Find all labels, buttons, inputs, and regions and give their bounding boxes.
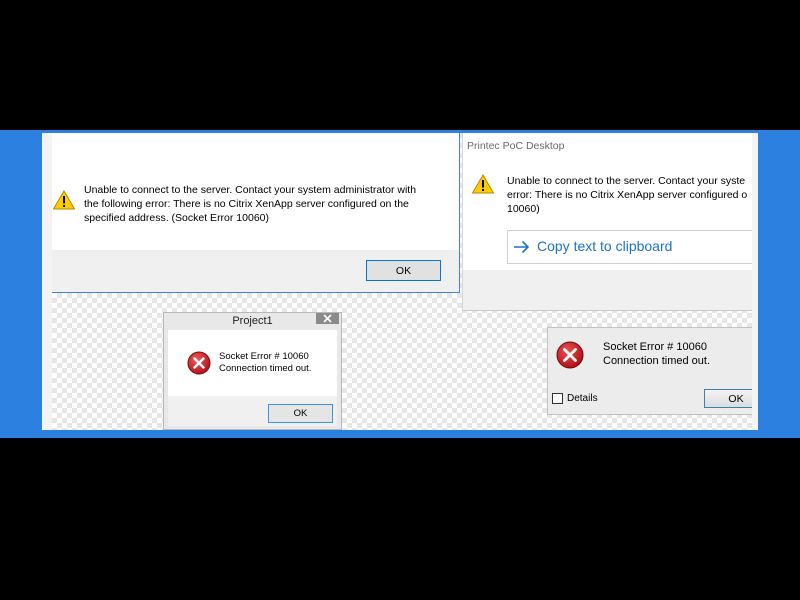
printec-desktop-dialog: Printec PoC Desktop Unable to connect to… (462, 133, 752, 311)
details-checkbox[interactable] (552, 393, 563, 404)
dialog-footer: OK (168, 396, 337, 426)
error-message: Socket Error # 10060 Connection timed ou… (219, 351, 311, 375)
details-label[interactable]: Details (567, 392, 598, 405)
error-message-line: Socket Error # 10060 (603, 341, 707, 353)
error-icon (556, 341, 584, 369)
close-button[interactable] (316, 313, 339, 324)
error-message-line: the following error: There is no Citrix … (84, 198, 409, 210)
error-message-line: Socket Error # 10060 (219, 351, 309, 362)
error-message-line: Unable to connect to the server. Contact… (507, 175, 746, 187)
error-message-line: specified address. (Socket Error 10060) (84, 212, 270, 224)
error-message: Socket Error # 10060 Connection timed ou… (603, 340, 710, 368)
dialog-footer (463, 270, 752, 311)
title-bar[interactable]: Project1 (164, 313, 341, 330)
citrix-connection-error-dialog: Unable to connect to the server. Contact… (52, 133, 460, 293)
error-message-line: Unable to connect to the server. Contact… (84, 184, 417, 196)
copy-to-clipboard-link[interactable]: Copy text to clipboard (507, 230, 752, 264)
project1-error-dialog: Project1 Socket Error # 10060 Connection… (163, 312, 342, 430)
copy-to-clipboard-label: Copy text to clipboard (537, 238, 673, 254)
error-message-line: Connection timed out. (603, 355, 711, 367)
error-message-line: 10060) (507, 203, 540, 215)
dialog-footer: OK (52, 250, 459, 292)
warning-icon (472, 174, 494, 194)
error-message: Unable to connect to the server. Contact… (507, 174, 747, 216)
ok-button[interactable]: OK (268, 404, 333, 423)
ok-button[interactable]: OK (366, 260, 441, 281)
dialog-title: Printec PoC Desktop (467, 140, 565, 152)
arrow-right-icon (513, 240, 530, 254)
ok-button[interactable]: OK (704, 389, 752, 408)
dialog-title: Project1 (232, 315, 273, 327)
dialog-body: Socket Error # 10060 Connection timed ou… (168, 330, 337, 396)
warning-icon (53, 190, 75, 210)
error-icon (187, 351, 211, 375)
error-message-line: Connection timed out. (219, 363, 312, 374)
error-message: Unable to connect to the server. Contact… (84, 183, 416, 225)
close-icon (323, 314, 332, 323)
socket-error-dialog: Socket Error # 10060 Connection timed ou… (547, 327, 752, 415)
error-message-line: error: There is no Citrix XenApp server … (507, 189, 748, 201)
